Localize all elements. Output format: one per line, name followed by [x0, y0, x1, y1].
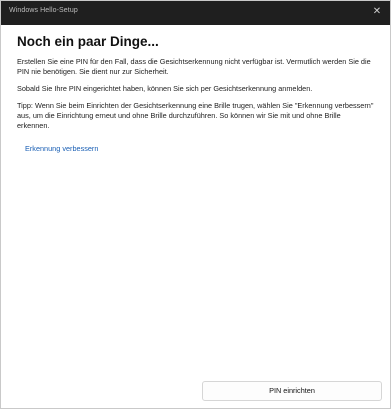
tip-paragraph: Tipp: Wenn Sie beim Einrichten der Gesic… [17, 101, 374, 130]
info-paragraph-pin: Erstellen Sie eine PIN für den Fall, das… [17, 57, 371, 76]
close-icon[interactable]: ✕ [370, 5, 384, 19]
title-bar: Windows Hello-Setup ✕ [1, 1, 390, 25]
page-title: Noch ein paar Dinge... [17, 34, 159, 49]
improve-recognition-link[interactable]: Erkennung verbessern [25, 144, 98, 154]
setup-window: Windows Hello-Setup ✕ Noch ein paar Ding… [0, 0, 391, 409]
info-paragraph-signin: Sobald Sie Ihre PIN eingerichtet haben, … [17, 84, 313, 93]
window-title: Windows Hello-Setup [9, 7, 78, 14]
main-content: Noch ein paar Dinge... Erstellen Sie ein… [17, 34, 375, 156]
setup-pin-button[interactable]: PIN einrichten [202, 381, 382, 401]
